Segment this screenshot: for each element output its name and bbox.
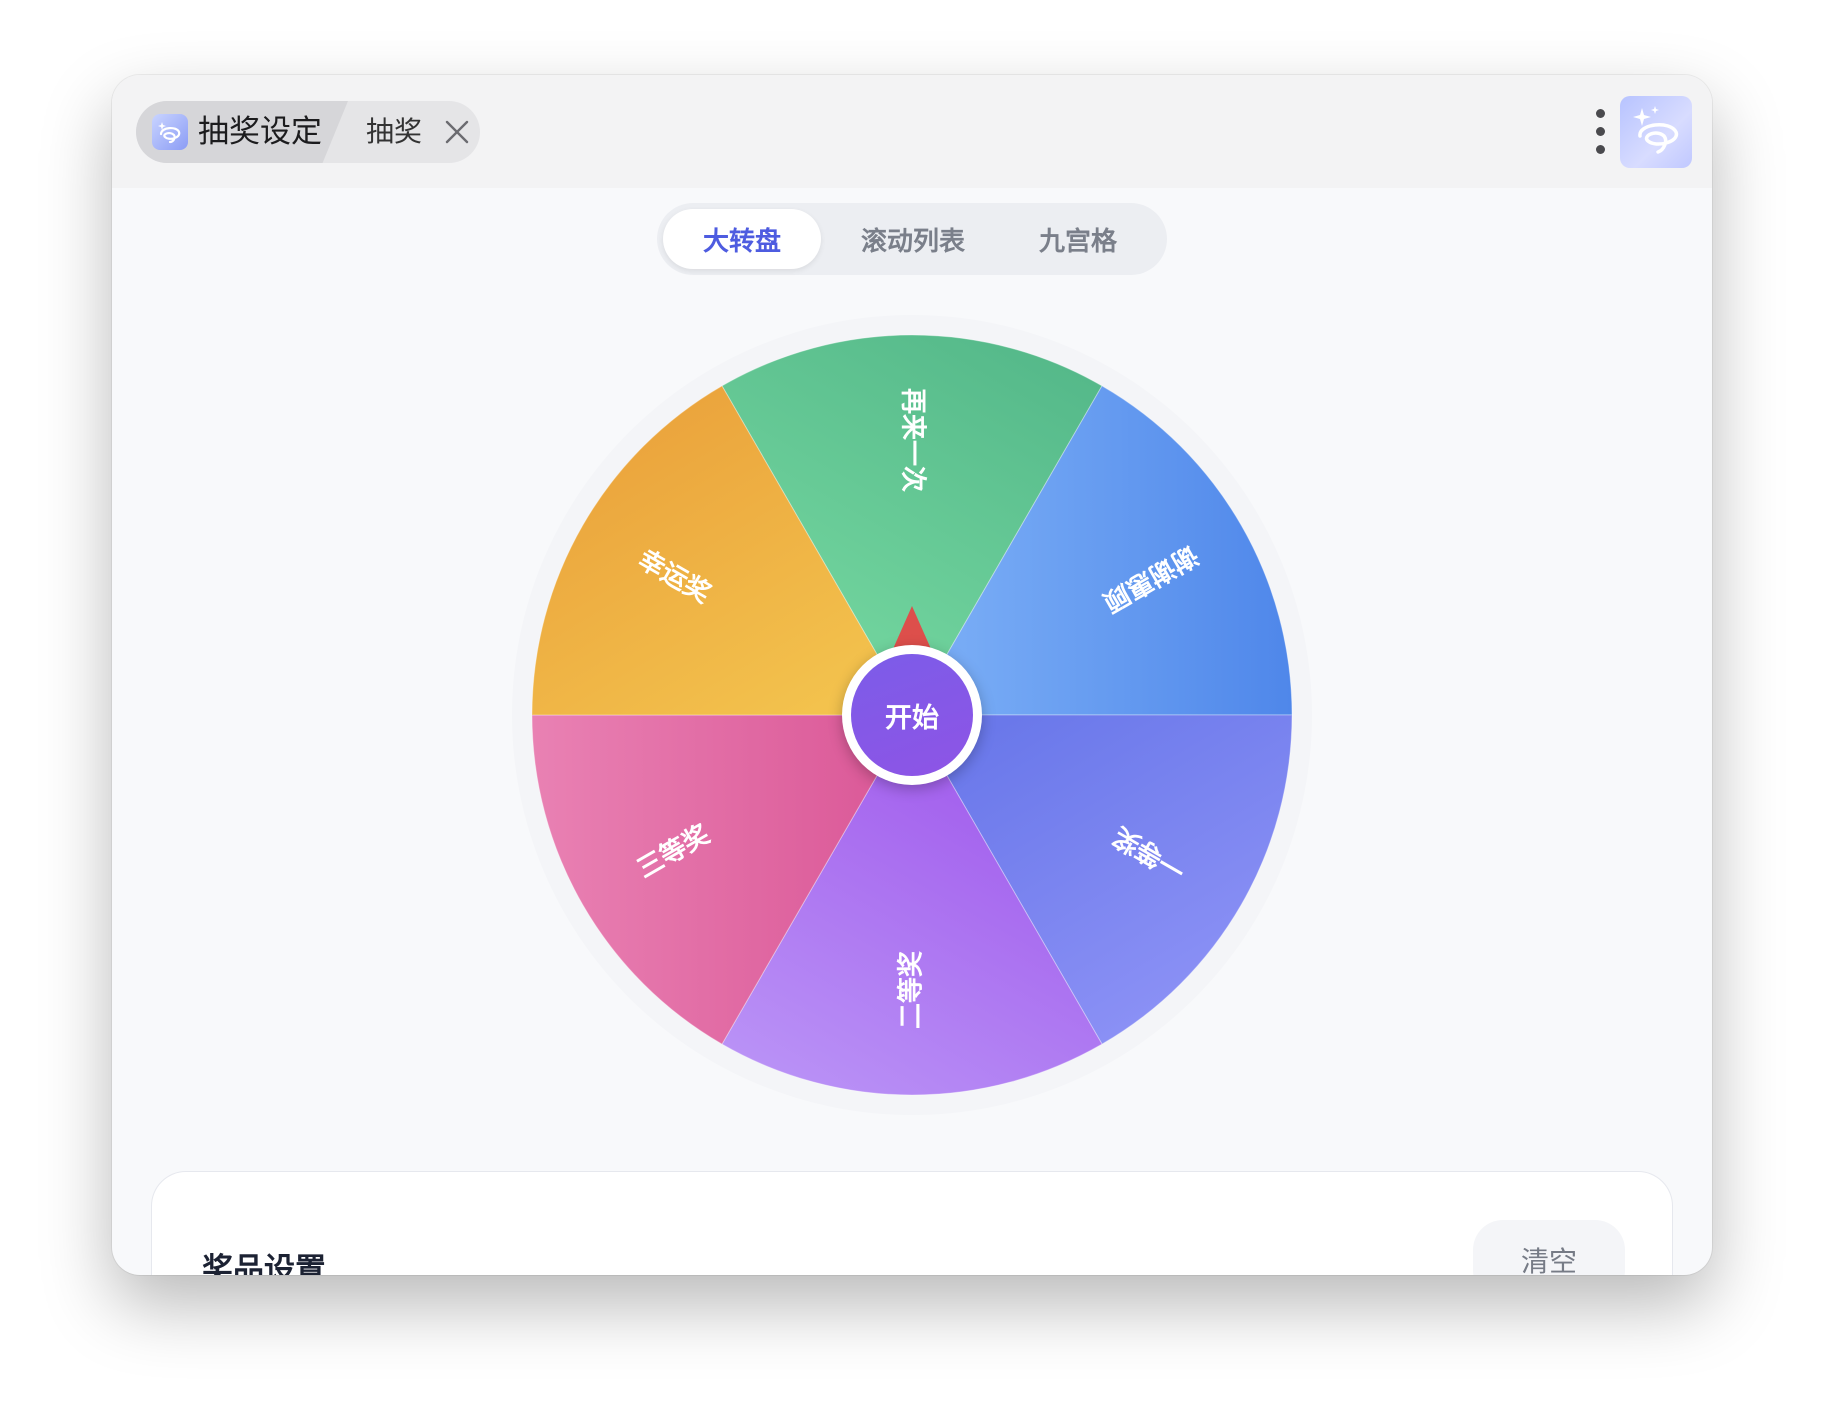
title-bar: 抽奖设定 抽奖 [112, 75, 1712, 188]
app-window: 抽奖设定 抽奖 大转盘 滚动列表 九宫格 再来一次 谢谢惠顾 一等奖 二等奖 三… [112, 75, 1712, 1275]
close-icon[interactable] [442, 117, 472, 147]
tab-lottery-settings[interactable]: 抽奖设定 [136, 101, 348, 163]
mode-scroll-list[interactable]: 滚动列表 [831, 209, 995, 269]
tab-lottery[interactable]: 抽奖 [366, 115, 422, 149]
mode-selector: 大转盘 滚动列表 九宫格 [657, 203, 1167, 275]
vertical-dots-icon[interactable] [1592, 109, 1608, 155]
start-button-label: 开始 [851, 654, 973, 776]
sparkle-lasso-icon [152, 114, 188, 150]
tab-group: 抽奖设定 抽奖 [136, 101, 480, 163]
sparkle-lasso-icon[interactable] [1620, 96, 1692, 168]
tab-label: 抽奖设定 [198, 114, 322, 150]
wheel-segment-label: 再来一次 [898, 388, 928, 492]
start-button[interactable]: 开始 [842, 645, 982, 785]
prize-settings-card: 奖品设置 清空 [152, 1172, 1672, 1275]
mode-nine-grid[interactable]: 九宫格 [1003, 209, 1153, 269]
mode-wheel[interactable]: 大转盘 [663, 209, 821, 269]
wheel-segment-label: 二等奖 [896, 950, 927, 1029]
prize-settings-title: 奖品设置 [202, 1252, 326, 1275]
clear-button[interactable]: 清空 [1473, 1220, 1625, 1275]
